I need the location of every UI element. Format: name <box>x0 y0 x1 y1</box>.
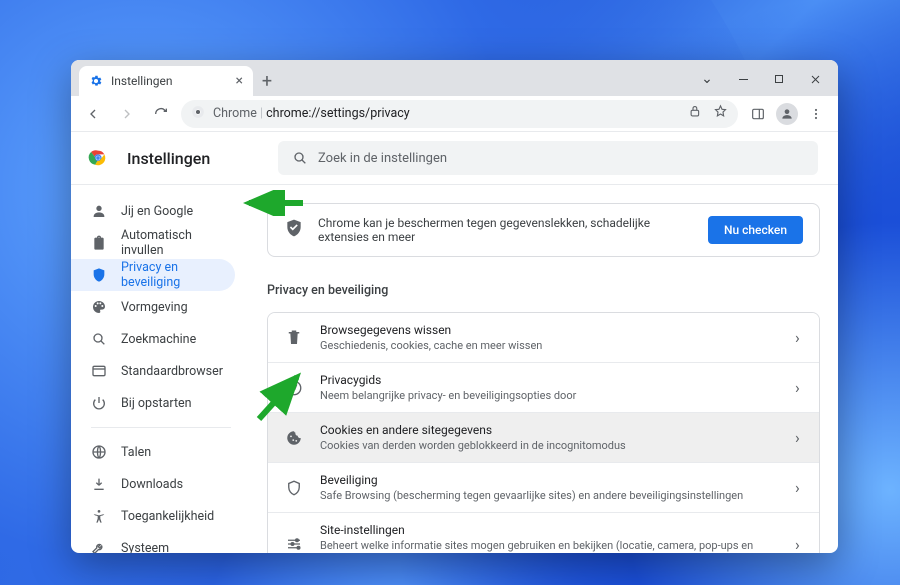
row-title: Beveiliging <box>320 473 779 487</box>
row-subtitle: Safe Browsing (bescherming tegen gevaarl… <box>320 489 779 502</box>
row-title: Privacygids <box>320 373 779 387</box>
url-host: Chrome <box>213 106 257 121</box>
row-title: Cookies en andere sitegegevens <box>320 423 779 437</box>
maximize-window-button[interactable] <box>762 66 796 92</box>
compass-icon <box>284 379 304 397</box>
browser-window: Instellingen × + ⌄ Chrome | chrome://set… <box>71 60 838 553</box>
sidebar-item-privacy[interactable]: Privacy en beveiliging <box>71 259 235 291</box>
sidebar-item-label: Jij en Google <box>121 204 193 219</box>
wrench-icon <box>91 540 107 553</box>
chrome-logo-icon <box>191 105 205 123</box>
chevron-right-icon: › <box>795 428 803 447</box>
sidebar-item-label: Bij opstarten <box>121 396 192 411</box>
browser-window-icon <box>91 363 107 379</box>
settings-favicon-icon <box>89 74 103 88</box>
row-subtitle: Geschiedenis, cookies, cache en meer wis… <box>320 339 779 352</box>
new-tab-button[interactable]: + <box>253 66 281 96</box>
search-icon <box>292 150 308 166</box>
chevron-right-icon: › <box>795 378 803 397</box>
chevron-right-icon: › <box>795 535 803 554</box>
sliders-icon <box>284 535 304 553</box>
share-icon[interactable] <box>688 104 703 123</box>
globe-icon <box>91 444 107 460</box>
side-panel-icon[interactable] <box>744 100 772 128</box>
window-titlebar: Instellingen × + ⌄ <box>71 60 838 96</box>
sidebar-item-label: Toegankelijkheid <box>121 509 214 524</box>
search-icon <box>91 331 107 347</box>
sidebar-item-label: Systeem <box>121 541 169 554</box>
cookie-icon <box>284 429 304 447</box>
safety-check-banner: Chrome kan je beschermen tegen gegevensl… <box>267 203 820 257</box>
row-site-settings[interactable]: Site-instellingen Beheert welke informati… <box>268 512 819 553</box>
sidebar-item-startup[interactable]: Bij opstarten <box>71 387 235 419</box>
sidebar-item-appearance[interactable]: Vormgeving <box>71 291 235 323</box>
row-title: Browsegegevens wissen <box>320 323 779 337</box>
settings-sidebar: Jij en Google Automatisch invullen Priva… <box>71 185 243 553</box>
browser-tab[interactable]: Instellingen × <box>79 66 253 96</box>
clipboard-icon <box>91 235 107 251</box>
browser-toolbar: Chrome | chrome://settings/privacy <box>71 96 838 132</box>
row-privacy-guide[interactable]: Privacygids Neem belangrijke privacy- en … <box>268 362 819 412</box>
tab-title: Instellingen <box>111 74 172 88</box>
sidebar-item-accessibility[interactable]: Toegankelijkheid <box>71 500 235 532</box>
download-icon <box>91 476 107 492</box>
row-subtitle: Beheert welke informatie sites mogen geb… <box>320 539 779 553</box>
sidebar-item-you-and-google[interactable]: Jij en Google <box>71 195 235 227</box>
sidebar-item-label: Vormgeving <box>121 300 188 315</box>
forward-button[interactable] <box>113 100 141 128</box>
sidebar-item-label: Downloads <box>121 477 183 492</box>
search-placeholder: Zoek in de instellingen <box>318 151 447 166</box>
app-header: Instellingen Zoek in de instellingen <box>71 132 838 184</box>
settings-main-panel: Chrome kan je beschermen tegen gegevensl… <box>243 185 838 553</box>
row-subtitle: Cookies van derden worden geblokkeerd in… <box>320 439 779 452</box>
chevron-right-icon: › <box>795 328 803 347</box>
settings-search-input[interactable]: Zoek in de instellingen <box>278 141 818 175</box>
close-window-button[interactable] <box>798 66 832 92</box>
sidebar-item-languages[interactable]: Talen <box>71 436 235 468</box>
profile-avatar[interactable] <box>776 103 798 125</box>
sidebar-item-label: Privacy en beveiliging <box>121 260 235 290</box>
address-bar[interactable]: Chrome | chrome://settings/privacy <box>181 100 738 128</box>
row-title: Site-instellingen <box>320 523 779 537</box>
reload-button[interactable] <box>147 100 175 128</box>
palette-icon <box>91 299 107 315</box>
browser-menu-icon[interactable] <box>802 100 830 128</box>
close-tab-icon[interactable]: × <box>236 73 243 89</box>
sidebar-item-system[interactable]: Systeem <box>71 532 235 553</box>
sidebar-item-label: Zoekmachine <box>121 332 196 347</box>
shield-icon <box>91 267 107 283</box>
section-title: Privacy en beveiliging <box>267 283 820 298</box>
row-security[interactable]: Beveiliging Safe Browsing (bescherming te… <box>268 462 819 512</box>
row-subtitle: Neem belangrijke privacy- en beveiliging… <box>320 389 779 402</box>
trash-icon <box>284 329 304 347</box>
shield-icon <box>284 479 304 497</box>
row-cookies[interactable]: Cookies en andere sitegegevens Cookies va… <box>268 412 819 462</box>
banner-message: Chrome kan je beschermen tegen gegevensl… <box>318 216 694 244</box>
sidebar-item-label: Standaardbrowser <box>121 364 223 379</box>
back-button[interactable] <box>79 100 107 128</box>
chevron-right-icon: › <box>795 478 803 497</box>
url-path: chrome://settings/privacy <box>266 106 410 121</box>
row-clear-browsing-data[interactable]: Browsegegevens wissen Geschiedenis, cooki… <box>268 313 819 362</box>
minimize-window-button[interactable] <box>726 66 760 92</box>
sidebar-item-default-browser[interactable]: Standaardbrowser <box>71 355 235 387</box>
check-now-button[interactable]: Nu checken <box>708 216 803 244</box>
sidebar-item-label: Talen <box>121 445 151 460</box>
sidebar-item-autofill[interactable]: Automatisch invullen <box>71 227 235 259</box>
accessibility-icon <box>91 508 107 524</box>
shield-check-icon <box>284 218 304 242</box>
power-icon <box>91 395 107 411</box>
chrome-logo-icon <box>87 147 109 169</box>
sidebar-separator <box>91 427 231 428</box>
sidebar-item-search[interactable]: Zoekmachine <box>71 323 235 355</box>
sidebar-item-downloads[interactable]: Downloads <box>71 468 235 500</box>
tab-search-icon[interactable]: ⌄ <box>690 66 724 92</box>
person-icon <box>91 203 107 219</box>
privacy-settings-card: Browsegegevens wissen Geschiedenis, cooki… <box>267 312 820 553</box>
bookmark-icon[interactable] <box>713 104 728 123</box>
sidebar-item-label: Automatisch invullen <box>121 228 235 258</box>
app-title: Instellingen <box>127 149 210 168</box>
